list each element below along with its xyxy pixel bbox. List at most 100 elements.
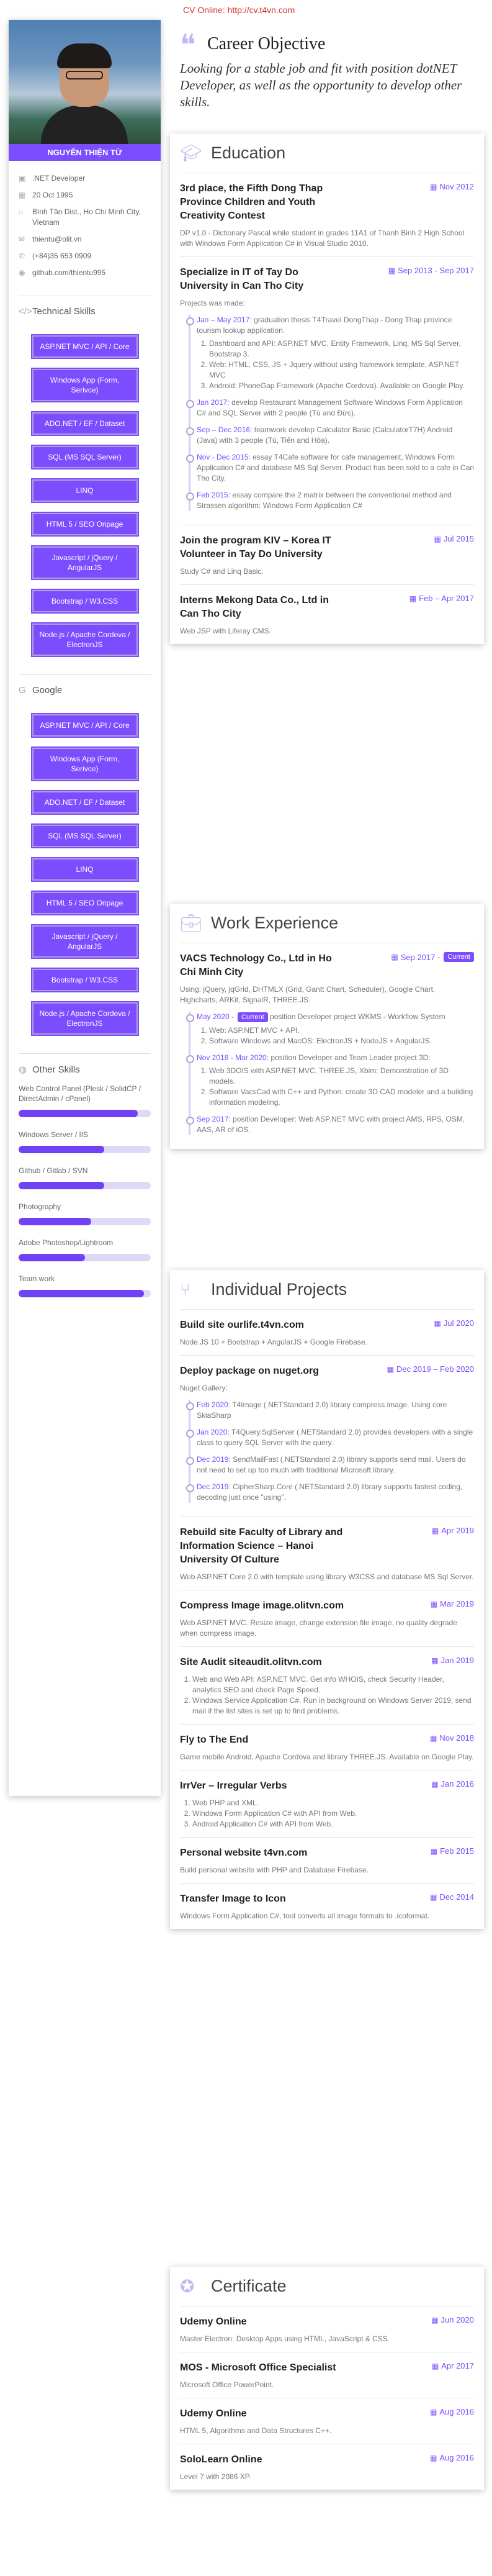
objective-text: Looking for a stable job and fit with po…: [180, 61, 462, 109]
entry-date-text: Jun 2020: [441, 2315, 475, 2324]
email-row[interactable]: ✉ thientu@olit.vn: [19, 234, 151, 245]
entry-date-text: Apr 2019: [441, 1526, 474, 1535]
education-label: Education: [211, 143, 286, 162]
entry-date-text: Mar 2019: [440, 1599, 474, 1608]
skill-badge: Javascript / jQuery / AngularJS: [32, 925, 138, 958]
cv-online-link[interactable]: CV Online: http://cv.t4vn.com: [183, 5, 295, 15]
contact-info: ▣ .NET Developer ▦ 20 Oct 1995 ⌂ Bình Tân D…: [9, 161, 161, 291]
entry-title: 3rd place, the Fifth Dong Thap Province …: [180, 183, 323, 221]
entry-item: Personal website t4vn.com ▦ Feb 2015 Build …: [180, 1838, 474, 1884]
timeline-date: Sep 2017:: [197, 1115, 231, 1123]
timeline-date: Jan – May 2017:: [197, 315, 252, 324]
phone-row[interactable]: ✆ (+84)35 653 0909: [19, 251, 151, 261]
timeline-date: Nov 2018 - Mar 2020:: [197, 1053, 269, 1062]
skill-badge: Javascript / jQuery / AngularJS: [32, 546, 138, 579]
role-row: ▣ .NET Developer: [19, 173, 151, 184]
skill-level-fill: [19, 1290, 145, 1297]
skill-badge: Node.js / Apache Cordova / ElectronJS: [32, 1002, 138, 1035]
briefcase-icon: ▣: [19, 174, 26, 183]
entry-title: Transfer Image to Icon: [180, 1893, 286, 1904]
skill-level-bar: [19, 1218, 151, 1225]
github-row[interactable]: ◉ github.com/thientu995: [19, 268, 151, 278]
google-icon: G: [19, 685, 26, 696]
calendar-icon: ▦: [388, 266, 396, 275]
entry-item: Interns Mekong Data Co., Ltd in Can Tho …: [180, 585, 474, 644]
other-skill-name: Web Control Panel (Plesk / SolidCP / Dir…: [19, 1084, 141, 1103]
technical-skills-title: </> Technical Skills: [9, 301, 161, 322]
github-text[interactable]: github.com/thientu995: [32, 268, 105, 278]
entry-date-text: Jul 2020: [443, 1318, 474, 1328]
role-text: .NET Developer: [32, 174, 86, 183]
entry-description: Nuget Gallery:: [180, 1384, 228, 1392]
timeline-list-item: Web: ASP.NET MVC + API.: [209, 1025, 474, 1036]
entry-date-text: Feb 2015: [440, 1846, 474, 1856]
timeline-item: Sep – Dec 2016: teamwork develop Calcula…: [186, 425, 474, 446]
profile-name: NGUYỄN THIỆN TỪ: [9, 144, 161, 161]
cv-online-url[interactable]: http://cv.t4vn.com: [228, 5, 295, 15]
entry-header: Deploy package on nuget.org ▦ Dec 2019 – F…: [180, 1364, 474, 1378]
entry-title: Compress Image image.olitvn.com: [180, 1600, 344, 1611]
projects-label: Individual Projects: [211, 1280, 347, 1299]
entry-header: Join the program KIV – Korea IT Voluntee…: [180, 534, 474, 561]
work-label: Work Experience: [211, 914, 339, 932]
entry-header: MOS - Microsoft Office Specialist ▦ Apr 20…: [180, 2361, 474, 2375]
entry-timeline: Jan – May 2017: graduation thesis T4Trav…: [186, 315, 474, 511]
entry-header: Fly to The End ▦ Nov 2018: [180, 1733, 474, 1747]
entry-item: Transfer Image to Icon ▦ Dec 2014 Windows F…: [180, 1884, 474, 1929]
skill-badge: Windows App (Form, Serivce): [32, 748, 138, 780]
entry-description: Projects was made:: [180, 299, 245, 307]
entry-item: Fly to The End ▦ Nov 2018 Game mobile Andro…: [180, 1725, 474, 1771]
other-skill-item: Github / Gitlab / SVN: [9, 1162, 161, 1198]
entry-date-text: Sep 2013 - Sep 2017: [398, 266, 474, 275]
entry-header: Interns Mekong Data Co., Ltd in Can Tho …: [180, 594, 474, 621]
calendar-icon: ▦: [430, 182, 437, 191]
timeline-item: May 2020 - Current position Developer pro…: [186, 1012, 474, 1046]
other-skill-name: Adobe Photoshop/Lightroom: [19, 1238, 114, 1247]
timeline-list-item: Software VacsCad with C++ and Python: cr…: [209, 1087, 474, 1108]
entry-list-item: Windows Form Application C# with API fro…: [192, 1808, 474, 1819]
entry-description: HTML 5, Algorithms and Data Structures C…: [180, 2426, 332, 2435]
timeline-list-item: Dashboard and API: ASP.NET MVC, Entity F…: [209, 338, 474, 360]
timeline-item: Jan – May 2017: graduation thesis T4Trav…: [186, 315, 474, 391]
entry-description: Game mobile Android, Apache Cordova and …: [180, 1753, 474, 1761]
entry-date-text: Jan 2019: [441, 1656, 475, 1665]
entry-title: Site Audit siteaudit.olitvn.com: [180, 1657, 322, 1667]
entry-item: MOS - Microsoft Office Specialist ▦ Apr 20…: [180, 2352, 474, 2398]
entry-title: Interns Mekong Data Co., Ltd in Can Tho …: [180, 595, 329, 619]
calendar-icon: ▦: [434, 534, 441, 543]
phone-text[interactable]: (+84)35 653 0909: [32, 251, 91, 261]
calendar-icon: ▦: [431, 1526, 439, 1535]
calendar-icon: ▦: [429, 2453, 437, 2462]
entry-header: SoloLearn Online ▦ Aug 2016: [180, 2453, 474, 2467]
entry-date-text: Aug 2016: [439, 2407, 474, 2416]
timeline-item: Dec 2019: CipherSharp.Core (.NETStandard…: [186, 1482, 474, 1503]
timeline-date: May 2020 -: [197, 1012, 235, 1021]
other-skills-title: ◍ Other Skills: [9, 1059, 161, 1080]
entry-date-text: Jan 2016: [441, 1779, 475, 1789]
branch-icon: ⑂: [180, 1279, 190, 1299]
email-text[interactable]: thientu@olit.vn: [32, 234, 82, 245]
skill-badge: ASP.NET MVC / API / Core: [32, 714, 138, 737]
entry-date: ▦ Nov 2012: [430, 182, 474, 191]
skill-badge: SQL (MS SQL Server): [32, 825, 138, 847]
entry-list: Web PHP and XML.Windows Form Application…: [192, 1798, 474, 1830]
current-badge: Current: [444, 952, 474, 962]
career-objective: ❝ Career Objective Looking for a stable …: [180, 30, 484, 111]
entry-description: Level 7 with 2086 XP.: [180, 2472, 251, 2481]
education-title: 🎓︎ Education: [180, 134, 474, 173]
entry-title: Join the program KIV – Korea IT Voluntee…: [180, 535, 331, 560]
entry-date-text: Dec 2019 – Feb 2020: [396, 1364, 474, 1374]
entry-date: ▦ Nov 2018: [430, 1733, 474, 1743]
entry-date: ▦ Jan 2016: [431, 1779, 474, 1789]
entry-date: ▦ Jun 2020: [431, 2315, 474, 2324]
calendar-icon: ▦: [431, 2315, 439, 2324]
address-text: Bình Tân Dist., Ho Chi Minh City, Vietna…: [32, 207, 141, 227]
entry-title: Udemy Online: [180, 2316, 247, 2327]
entry-item: Site Audit siteaudit.olitvn.com ▦ Jan 2019…: [180, 1647, 474, 1725]
timeline-list: Dashboard and API: ASP.NET MVC, Entity F…: [209, 338, 474, 391]
entry-item: Rebuild site Faculty of Library and Info…: [180, 1517, 474, 1590]
education-entries: 3rd place, the Fifth Dong Thap Province …: [180, 173, 474, 644]
entry-date: ▦ Feb – Apr 2017: [409, 594, 474, 603]
entry-header: Rebuild site Faculty of Library and Info…: [180, 1526, 474, 1567]
entry-date-text: Aug 2016: [439, 2453, 474, 2462]
